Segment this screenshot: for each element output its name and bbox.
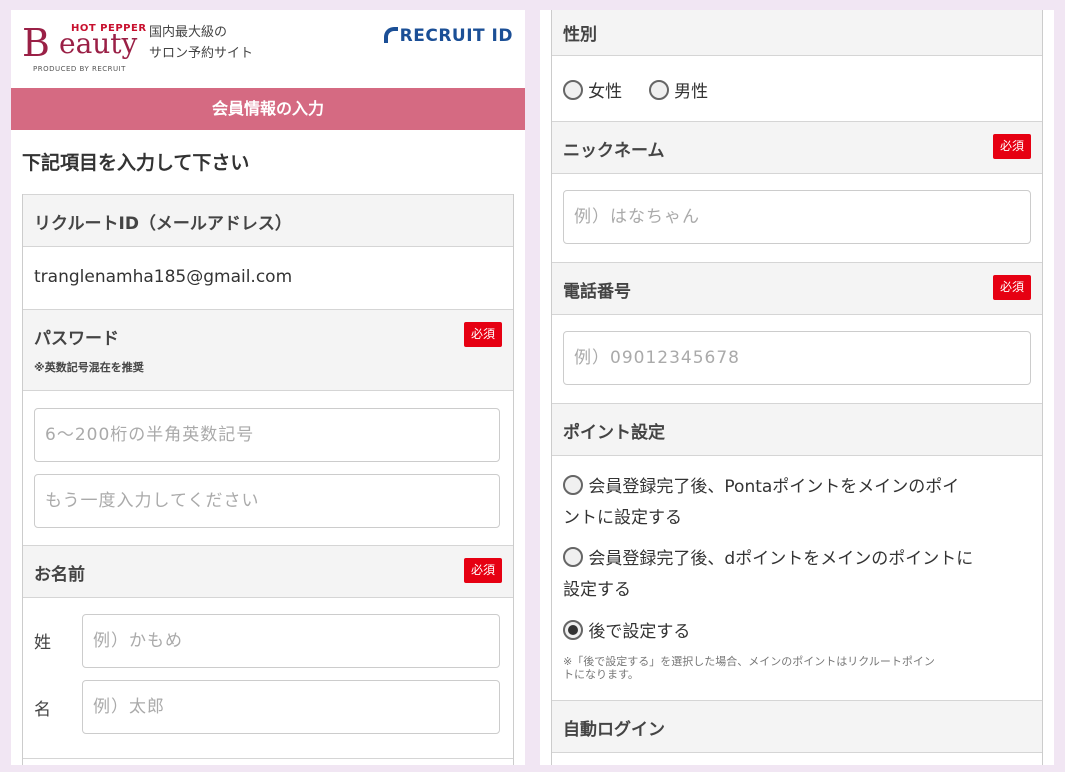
auto-login-section: 自動ログイン [551, 700, 1043, 765]
site-header: HOT PEPPER B eauty PRODUCED BY RECRUIT 国… [11, 10, 525, 88]
password-input[interactable] [34, 408, 500, 462]
ponta-option-line2: ントに設定する [563, 508, 682, 528]
d-option-line1: 会員登録完了後、dポイントをメインのポイントに [588, 549, 974, 569]
points-body: 会員登録完了後、Pontaポイントをメインのポイ ントに設定する 会員登録完了後… [552, 456, 1042, 700]
auto-login-label: 自動ログイン [563, 720, 665, 740]
nickname-body [552, 174, 1042, 262]
phone-input[interactable] [563, 331, 1031, 385]
password-body [23, 391, 513, 545]
gender-female-label: 女性 [588, 82, 623, 102]
password-note: ※英数記号混在を推奨 [34, 361, 144, 374]
phone-section: 電話番号 必須 [551, 262, 1043, 403]
section-divider [23, 758, 513, 765]
logo-initial: B [22, 21, 50, 65]
tagline-line2: サロン予約サイト [149, 46, 254, 61]
auto-login-body [552, 753, 1042, 765]
points-label: ポイント設定 [563, 423, 665, 443]
recruit-id-section: リクルートID（メールアドレス） tranglenamha185@gmail.c… [22, 194, 514, 309]
first-name-label: 名 [34, 700, 51, 720]
phone-header: 電話番号 必須 [552, 262, 1042, 315]
points-option-ponta[interactable]: 会員登録完了後、Pontaポイントをメインのポイ ントに設定する [563, 472, 1031, 534]
logo-wordmark: eauty [59, 27, 138, 60]
gender-female-option[interactable]: 女性 [563, 77, 622, 102]
required-badge: 必須 [464, 558, 502, 583]
required-badge: 必須 [464, 322, 502, 347]
recruit-id-label: リクルートID（メールアドレス） [34, 214, 292, 234]
nickname-label: ニックネーム [563, 141, 665, 161]
gender-header: 性別 [552, 10, 1042, 56]
password-confirm-input[interactable] [34, 474, 500, 528]
last-name-input[interactable] [82, 614, 500, 668]
phone-body [552, 315, 1042, 403]
radio-icon[interactable] [563, 547, 583, 567]
nickname-input[interactable] [563, 190, 1031, 244]
required-badge: 必須 [993, 134, 1031, 159]
recruit-id-logo: RECRUIT ID [383, 26, 513, 46]
required-badge: 必須 [993, 275, 1031, 300]
radio-icon[interactable] [563, 80, 583, 100]
phone-label: 電話番号 [563, 282, 631, 302]
later-option-label: 後で設定する [588, 622, 691, 642]
nickname-header: ニックネーム 必須 [552, 121, 1042, 174]
recruit-id-header: リクルートID（メールアドレス） [23, 194, 513, 247]
recruit-id-body: tranglenamha185@gmail.com [23, 247, 513, 309]
points-header: ポイント設定 [552, 403, 1042, 456]
form-instruction: 下記項目を入力して下さい [22, 152, 250, 174]
points-option-d[interactable]: 会員登録完了後、dポイントをメインのポイントに 設定する [563, 544, 1031, 606]
recruit-arc-icon [383, 27, 398, 43]
password-section: パスワード ※英数記号混在を推奨 必須 [22, 309, 514, 545]
gender-male-option[interactable]: 男性 [649, 77, 708, 102]
d-option-line2: 設定する [563, 580, 631, 600]
password-label: パスワード [34, 329, 119, 349]
logo-produced-by: PRODUCED BY RECRUIT [33, 65, 126, 73]
name-body: 姓 名 [23, 598, 513, 758]
auto-login-header: 自動ログイン [552, 700, 1042, 753]
points-section: ポイント設定 会員登録完了後、Pontaポイントをメインのポイ ントに設定する … [551, 403, 1043, 700]
gender-label: 性別 [563, 25, 597, 45]
nickname-section: ニックネーム 必須 [551, 121, 1043, 262]
gender-male-label: 男性 [674, 82, 709, 102]
gender-body: 女性 男性 [552, 56, 1042, 121]
radio-icon-selected[interactable] [563, 620, 583, 640]
radio-icon[interactable] [649, 80, 669, 100]
recruit-id-text: RECRUIT ID [399, 26, 513, 46]
points-note-line2: トになります。 [563, 668, 639, 681]
points-note-line1: ※「後で設定する」を選択した場合、メインのポイントはリクルートポイン [563, 655, 935, 668]
points-option-later[interactable]: 後で設定する [563, 617, 1031, 648]
last-name-label: 姓 [34, 633, 51, 653]
site-tagline: 国内最大級の サロン予約サイト [149, 22, 253, 64]
points-note: ※「後で設定する」を選択した場合、メインのポイントはリクルートポイン トになりま… [563, 655, 1031, 681]
tagline-line1: 国内最大級の [149, 25, 228, 40]
recruit-id-value: tranglenamha185@gmail.com [34, 267, 293, 287]
left-screen: HOT PEPPER B eauty PRODUCED BY RECRUIT 国… [11, 10, 525, 765]
name-section: お名前 必須 姓 名 [22, 545, 514, 765]
name-label: お名前 [34, 565, 85, 585]
right-screen: 性別 女性 男性 ニックネーム 必須 電話番号 必須 [540, 10, 1054, 765]
name-header: お名前 必須 [23, 545, 513, 598]
first-name-input[interactable] [82, 680, 500, 734]
radio-icon[interactable] [563, 475, 583, 495]
ponta-option-line1: 会員登録完了後、Pontaポイントをメインのポイ [588, 477, 960, 497]
gender-section: 性別 女性 男性 [551, 10, 1043, 121]
password-header: パスワード ※英数記号混在を推奨 必須 [23, 309, 513, 391]
page-title-bar: 会員情報の入力 [11, 88, 525, 130]
